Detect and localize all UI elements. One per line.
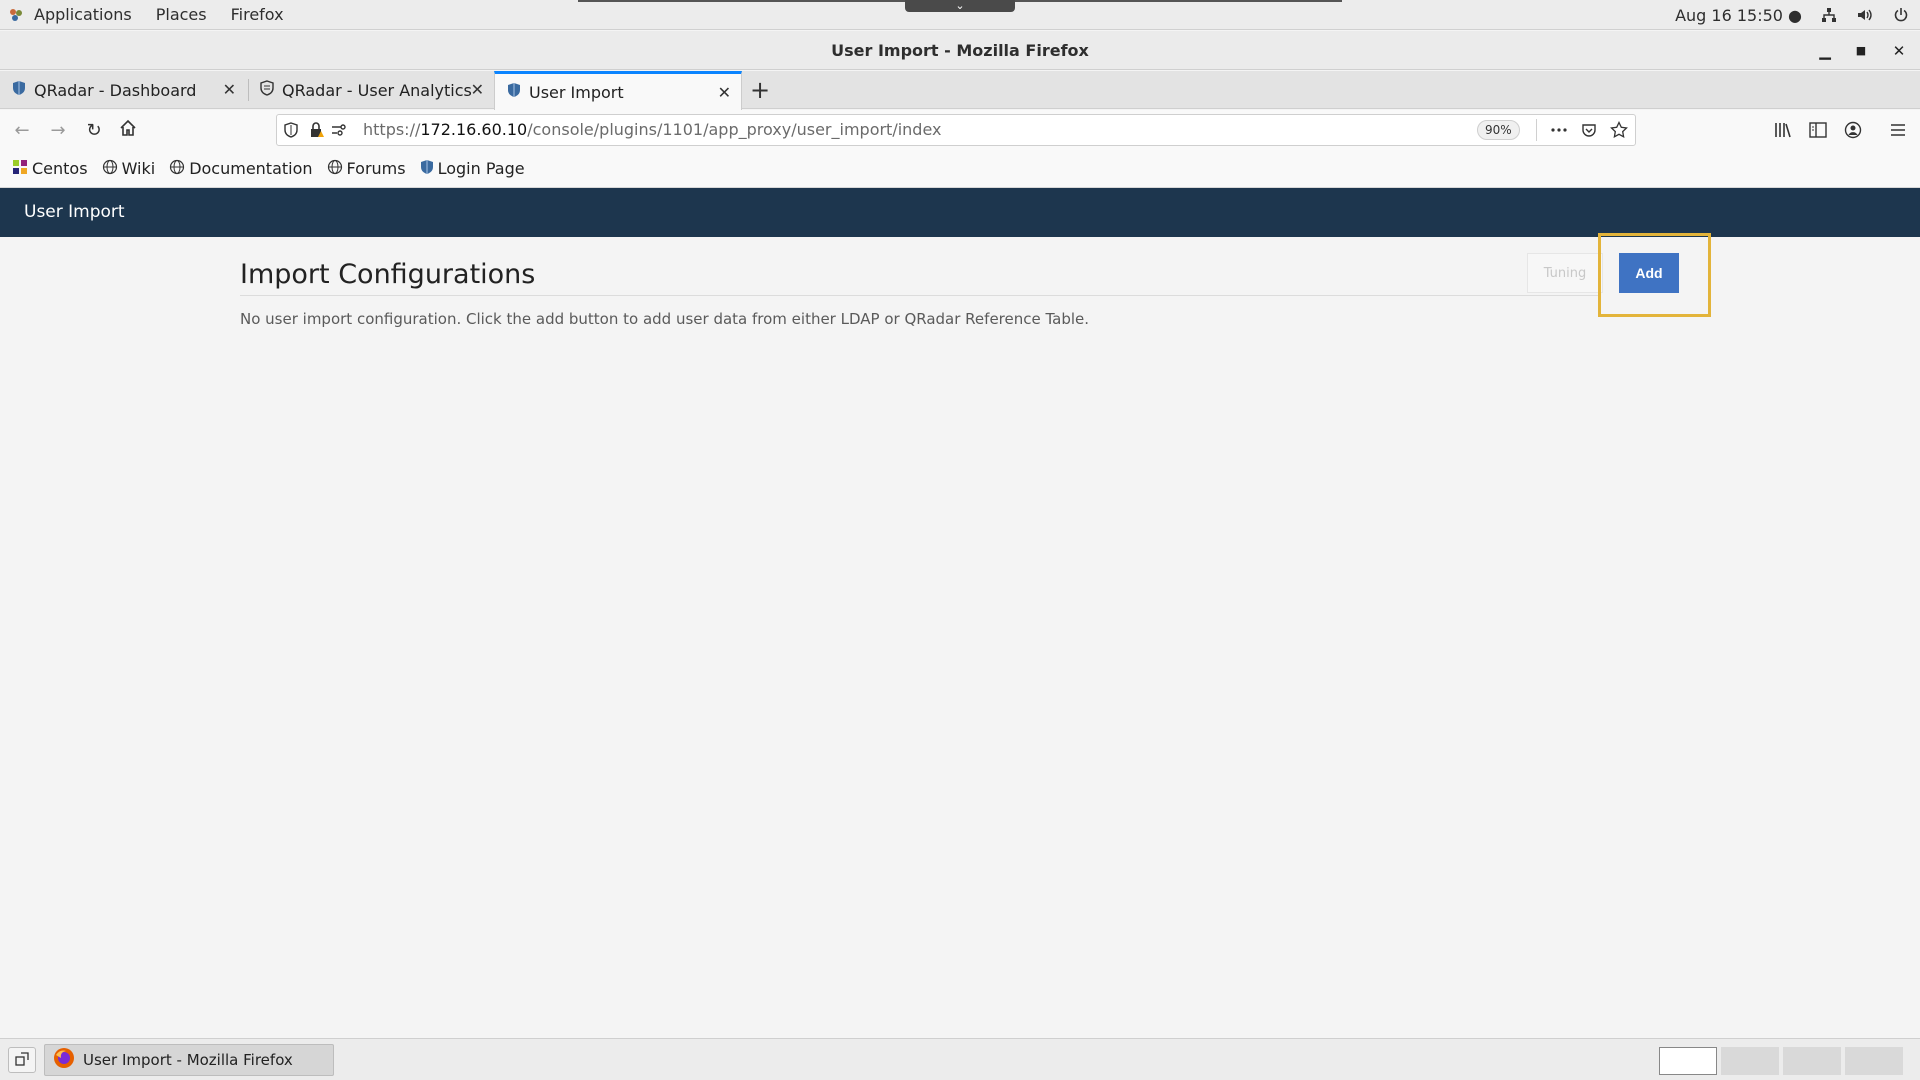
taskbar-label: User Import - Mozilla Firefox [83, 1051, 293, 1069]
bookmark-login-page[interactable]: Login Page [420, 159, 525, 179]
workspace-4[interactable] [1845, 1047, 1903, 1075]
minimize-button[interactable]: ▁ [1810, 31, 1840, 70]
system-top-bar: Applications Places Firefox ⌄ Aug 16 15:… [0, 0, 1920, 30]
taskbar: User Import - Mozilla Firefox [0, 1038, 1920, 1080]
menu-applications[interactable]: Applications [34, 0, 146, 30]
insecure-lock-icon[interactable] [307, 120, 327, 140]
show-desktop-button[interactable] [8, 1047, 36, 1073]
centos-icon [12, 159, 28, 179]
tab-label: QRadar - Dashboard [34, 80, 197, 100]
qradar-shield-icon [12, 80, 26, 100]
url-separator [1536, 119, 1537, 141]
clock[interactable]: Aug 16 15:50 ● [1675, 6, 1802, 25]
dropdown-notch[interactable]: ⌄ [905, 0, 1015, 12]
tab-label: User Import [529, 82, 624, 102]
pocket-icon[interactable] [1579, 120, 1599, 140]
bookmark-star-icon[interactable] [1609, 120, 1629, 140]
bookmark-label: Forums [346, 159, 406, 178]
title-divider [240, 295, 1600, 296]
hamburger-menu-icon[interactable] [1888, 120, 1908, 140]
tab-qradar-user-analytics[interactable]: QRadar - User Analytics ✕ [248, 71, 494, 109]
close-window-button[interactable]: ✕ [1884, 31, 1914, 70]
library-icon[interactable] [1773, 120, 1793, 140]
bookmark-documentation[interactable]: Documentation [169, 159, 313, 179]
bookmark-label: Login Page [437, 159, 525, 178]
globe-icon [169, 159, 185, 179]
firefox-icon [53, 1047, 75, 1073]
chevron-down-icon: ⌄ [955, 0, 965, 12]
close-icon: ✕ [1892, 41, 1906, 60]
volume-icon[interactable] [1856, 6, 1874, 24]
window-title: User Import - Mozilla Firefox [831, 41, 1089, 60]
globe-icon [327, 159, 343, 179]
menu-firefox[interactable]: Firefox [231, 0, 298, 30]
sidebar-icon[interactable] [1808, 120, 1828, 140]
forward-button[interactable]: → [44, 116, 72, 144]
tab-qradar-dashboard[interactable]: QRadar - Dashboard ✕ [0, 71, 246, 109]
tab-user-import[interactable]: User Import ✕ [494, 71, 742, 110]
new-tab-button[interactable]: + [743, 71, 777, 109]
window-titlebar: User Import - Mozilla Firefox ▁ ■ ✕ [0, 31, 1920, 70]
zoom-level-badge[interactable]: 90% [1477, 120, 1520, 140]
close-tab-icon[interactable]: ✕ [718, 83, 731, 102]
url-prefix: https:// [363, 120, 421, 139]
gnome-apps-icon [8, 7, 24, 23]
plus-icon: + [749, 76, 771, 104]
app-header: User Import [0, 188, 1920, 237]
workspace-1[interactable] [1659, 1047, 1717, 1075]
bookmark-label: Wiki [121, 159, 156, 178]
empty-state-message: No user import configuration. Click the … [240, 310, 1090, 328]
system-menu: Applications Places Firefox [0, 0, 308, 30]
bookmark-forums[interactable]: Forums [327, 159, 406, 179]
tab-label: QRadar - User Analytics [282, 80, 472, 100]
qradar-shield-icon [507, 82, 521, 102]
power-icon[interactable] [1892, 6, 1910, 24]
minimize-icon: ▁ [1819, 41, 1831, 60]
arrow-right-icon: → [50, 119, 66, 141]
app-header-title: User Import [24, 202, 125, 222]
bookmarks-toolbar: Centos Wiki Documentation Forums Login P… [0, 150, 1920, 188]
bookmark-wiki[interactable]: Wiki [102, 159, 156, 179]
navigation-toolbar: ← → ↻ https://172.16.60.10/console/plugi… [0, 110, 1920, 150]
tuning-button[interactable]: Tuning [1527, 253, 1603, 293]
bookmark-label: Documentation [189, 159, 313, 178]
close-tab-icon[interactable]: ✕ [471, 80, 484, 99]
network-icon[interactable] [1820, 6, 1838, 24]
home-icon [119, 119, 137, 142]
tab-strip: QRadar - Dashboard ✕ QRadar - User Analy… [0, 71, 1920, 110]
account-icon[interactable] [1843, 120, 1863, 140]
main-content: Import Configurations No user import con… [0, 233, 1920, 1037]
shield-outline-icon [260, 80, 274, 100]
page-actions-icon[interactable] [1549, 120, 1569, 140]
workspace-3[interactable] [1783, 1047, 1841, 1075]
arrow-left-icon: ← [14, 119, 30, 141]
url-path: /console/plugins/1101/app_proxy/user_imp… [527, 120, 942, 139]
close-tab-icon[interactable]: ✕ [223, 80, 236, 99]
url-text[interactable]: https://172.16.60.10/console/plugins/110… [363, 115, 942, 145]
workspace-2[interactable] [1721, 1047, 1779, 1075]
home-button[interactable] [114, 116, 142, 144]
show-desktop-icon [15, 1051, 29, 1070]
bookmark-label: Centos [32, 159, 88, 178]
maximize-icon: ■ [1855, 44, 1867, 57]
bookmark-centos[interactable]: Centos [12, 159, 88, 179]
qradar-shield-icon [420, 159, 434, 179]
permissions-icon[interactable] [329, 120, 349, 140]
taskbar-firefox-window[interactable]: User Import - Mozilla Firefox [44, 1044, 334, 1076]
tracking-protection-icon[interactable] [281, 120, 301, 140]
menu-places[interactable]: Places [156, 0, 221, 30]
back-button[interactable]: ← [8, 116, 36, 144]
page-title: Import Configurations [240, 259, 536, 290]
reload-icon: ↻ [86, 119, 102, 141]
system-tray: Aug 16 15:50 ● [1675, 0, 1910, 30]
maximize-button[interactable]: ■ [1846, 31, 1876, 70]
url-bar[interactable]: https://172.16.60.10/console/plugins/110… [276, 114, 1636, 146]
add-button[interactable]: Add [1619, 253, 1679, 293]
globe-icon [102, 159, 118, 179]
url-host: 172.16.60.10 [420, 120, 528, 139]
reload-button[interactable]: ↻ [80, 116, 108, 144]
